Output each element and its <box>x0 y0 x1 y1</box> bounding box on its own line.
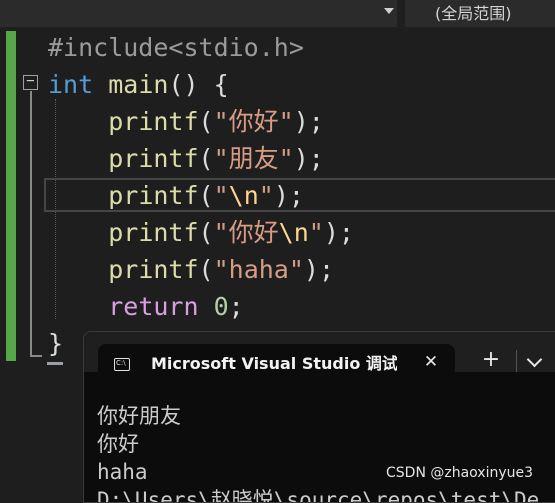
close-icon[interactable]: ✕ <box>419 350 443 374</box>
preprocessor-directive: #include <box>48 33 169 62</box>
collapse-outline-icon[interactable]: − <box>23 74 38 90</box>
output-line: 你好朋友 <box>97 404 181 428</box>
code-line-4[interactable]: printf("朋友"); <box>48 140 324 177</box>
code-line-9[interactable]: } <box>48 325 63 362</box>
printf-call: printf <box>108 181 199 210</box>
string-literal: "你好 <box>213 218 279 247</box>
new-tab-button[interactable]: + <box>477 346 505 374</box>
close-brace: } <box>48 329 64 358</box>
paren-open: ( <box>198 218 214 247</box>
paren-open: ( <box>198 181 214 210</box>
paren-close: ); <box>293 107 324 136</box>
console-tab-title: Microsoft Visual Studio 调试控制台 <box>151 354 397 373</box>
code-line-5[interactable]: printf("\n"); <box>48 177 304 214</box>
output-line: 你好 <box>97 432 139 456</box>
code-text[interactable]: #include<stdio.h> int main() { printf("你… <box>48 29 354 358</box>
semicolon: ; <box>228 292 244 321</box>
printf-call: printf <box>108 144 199 173</box>
string-quote: " <box>213 181 229 210</box>
paren-close: ); <box>273 181 304 210</box>
code-line-2[interactable]: int main() { <box>48 66 229 103</box>
divider <box>516 350 517 372</box>
number-literal: 0 <box>213 292 229 321</box>
output-line: D:\Users\赵晓悦\source\repos\test\De <box>97 488 540 503</box>
string-quote: " <box>308 218 324 247</box>
escape-sequence: \n <box>278 218 309 247</box>
change-tracking-bar <box>6 31 16 361</box>
scope-selector[interactable]: (全局范围) <box>405 0 555 27</box>
outline-guide <box>30 91 32 355</box>
code-line-8[interactable]: return 0; <box>48 288 244 325</box>
printf-call: printf <box>108 107 199 136</box>
keyword-int: int <box>48 70 94 99</box>
escape-sequence: \n <box>228 181 259 210</box>
string-literal: "haha" <box>213 255 304 284</box>
chevron-down-icon[interactable] <box>384 8 394 14</box>
csdn-watermark: CSDN @zhaoxinyue3 <box>386 465 534 481</box>
terminal-icon: C:\ <box>114 358 130 371</box>
editor-navigation-bar: (全局范围) <box>0 0 555 29</box>
code-line-1[interactable]: #include<stdio.h> <box>48 29 304 66</box>
paren-close: ); <box>323 218 354 247</box>
function-name: main <box>108 70 169 99</box>
code-line-6[interactable]: printf("你好\n"); <box>48 214 354 251</box>
keyword-return: return <box>108 292 199 321</box>
console-output: 你好朋友 你好 haha D:\Users\赵晓悦\source\repos\t… <box>97 402 540 503</box>
code-line-7[interactable]: printf("haha"); <box>48 251 334 288</box>
printf-call: printf <box>108 255 199 284</box>
string-literal: "朋友" <box>213 144 294 173</box>
printf-call: printf <box>108 218 199 247</box>
outline-guide-end <box>30 355 42 357</box>
console-tab[interactable]: C:\ Microsoft Visual Studio 调试控制台 ✕ <box>98 344 455 384</box>
string-literal: "你好" <box>213 107 294 136</box>
open-brace: { <box>213 70 229 99</box>
paren-open: ( <box>198 255 214 284</box>
paren-open: ( <box>198 107 214 136</box>
parens: () <box>168 70 199 99</box>
code-line-3[interactable]: printf("你好"); <box>48 103 324 140</box>
paren-open: ( <box>198 144 214 173</box>
project-scope-dropdown[interactable] <box>0 0 397 27</box>
paren-close: ); <box>293 144 324 173</box>
paren-close: ); <box>303 255 335 284</box>
include-header: <stdio.h> <box>168 33 304 62</box>
console-titlebar[interactable]: C:\ Microsoft Visual Studio 调试控制台 ✕ + <box>84 332 555 384</box>
caret-marker <box>47 362 63 365</box>
string-quote: " <box>258 181 274 210</box>
